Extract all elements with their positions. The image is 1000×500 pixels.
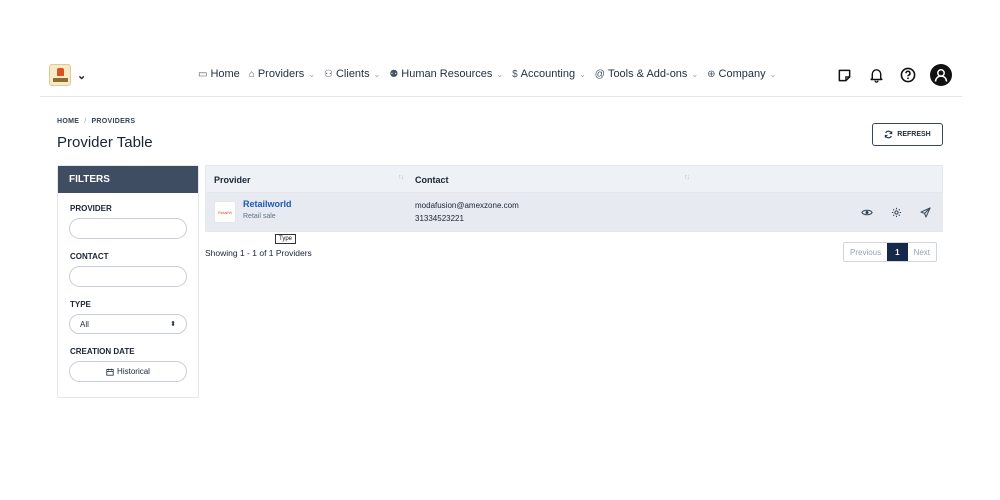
refresh-button[interactable]: REFRESH: [872, 123, 943, 146]
creation-date-value: Historical: [117, 367, 150, 376]
main-menu: ▭ Home ⌂ Providers ⌄ ⚇ Clients ⌄ ⚉ Human…: [198, 68, 776, 80]
settings-icon[interactable]: [889, 205, 903, 219]
pagination: Previous 1 Next: [843, 242, 938, 262]
user-icon: [934, 69, 948, 82]
chevron-down-icon: ⌄: [496, 69, 504, 79]
breadcrumb-separator: /: [84, 118, 87, 125]
table-header: Provider ↑↓ Contact ↑↓: [205, 165, 943, 193]
sort-icon[interactable]: ↑↓: [684, 174, 690, 181]
results-summary: Showing 1 - 1 of 1 Providers: [205, 248, 312, 258]
notes-icon[interactable]: [834, 65, 854, 85]
user-group-icon: ⚉: [389, 68, 399, 80]
nav-tools-addons-label: Tools & Add-ons: [607, 68, 688, 80]
nav-human-resources[interactable]: ⚉ Human Resources ⌄: [389, 68, 503, 80]
contact-phone: 31334523221: [415, 214, 464, 223]
send-icon[interactable]: [918, 205, 932, 219]
at-icon: @: [594, 68, 605, 80]
bell-icon[interactable]: [866, 65, 886, 85]
filters-title: FILTERS: [58, 166, 198, 193]
provider-type: Retail sale: [243, 213, 276, 220]
type-filter-label: TYPE: [70, 300, 91, 309]
providers-table: Provider ↑↓ Contact ↑↓ RetailW Retailwor…: [205, 165, 943, 232]
page-title: Provider Table: [57, 134, 153, 151]
contact-filter-input[interactable]: [69, 266, 187, 287]
provider-name-link[interactable]: Retailworld: [243, 199, 292, 209]
chevron-down-icon[interactable]: ⌄: [77, 69, 86, 82]
breadcrumb: HOME / PROVIDERS: [57, 118, 135, 125]
building-icon: ⌂: [248, 68, 255, 80]
page-number-button[interactable]: 1: [887, 243, 908, 261]
nav-providers-label: Providers: [257, 68, 305, 80]
nav-actions: [834, 64, 952, 86]
chevron-down-icon: ⌄: [579, 69, 586, 79]
provider-filter-label: PROVIDER: [70, 204, 112, 213]
view-icon[interactable]: [860, 205, 874, 219]
calendar-icon: [106, 368, 114, 376]
previous-page-button[interactable]: Previous: [844, 243, 887, 261]
column-header-provider[interactable]: Provider: [214, 175, 251, 185]
tooltip: Type: [275, 234, 297, 244]
company-logo: [49, 64, 71, 86]
table-row[interactable]: RetailW Retailworld Retail sale modafusi…: [205, 193, 943, 232]
users-icon: ⚇: [324, 68, 333, 80]
nav-home-label: Home: [210, 68, 240, 80]
help-icon[interactable]: [898, 65, 918, 85]
nav-clients-label: Clients: [335, 68, 370, 80]
monitor-icon: ▭: [198, 68, 208, 80]
chevron-down-icon: ⌄: [691, 69, 699, 79]
contact-filter-label: CONTACT: [70, 252, 109, 261]
nav-accounting-label: Accounting: [520, 68, 576, 80]
filters-panel: FILTERS PROVIDER CONTACT TYPE All ⬍ CREA…: [57, 165, 199, 398]
nav-company-label: Company: [718, 68, 766, 80]
top-navbar: ⌄ ▭ Home ⌂ Providers ⌄ ⚇ Clients ⌄ ⚉ Hum…: [40, 55, 962, 97]
nav-clients[interactable]: ⚇ Clients ⌄: [324, 68, 380, 80]
brand-switcher[interactable]: ⌄: [49, 64, 86, 86]
user-avatar[interactable]: [930, 64, 952, 86]
next-page-button[interactable]: Next: [908, 243, 936, 261]
select-arrows-icon: ⬍: [170, 321, 176, 328]
breadcrumb-home[interactable]: HOME: [57, 118, 79, 125]
nav-providers[interactable]: ⌂ Providers ⌄: [249, 68, 315, 80]
chevron-down-icon: ⌄: [373, 69, 381, 79]
chevron-down-icon: ⌄: [308, 69, 316, 79]
nav-home[interactable]: ▭ Home: [198, 68, 240, 80]
provider-filter-input[interactable]: [69, 218, 187, 239]
provider-logo: RetailW: [214, 201, 236, 223]
type-filter-value: All: [80, 320, 89, 329]
sort-icon[interactable]: ↑↓: [398, 174, 404, 181]
refresh-label: REFRESH: [897, 131, 931, 138]
refresh-icon: [885, 130, 893, 139]
creation-date-picker[interactable]: Historical: [69, 361, 187, 382]
nav-human-resources-label: Human Resources: [401, 68, 493, 80]
contact-email: modafusion@amexzone.com: [415, 201, 519, 210]
chevron-down-icon: ⌄: [769, 69, 777, 79]
nav-tools-addons[interactable]: @ Tools & Add-ons ⌄: [595, 68, 698, 80]
globe-icon: ⊕: [707, 68, 716, 80]
nav-accounting[interactable]: $ Accounting ⌄: [512, 68, 586, 80]
row-actions: [860, 205, 932, 219]
nav-company[interactable]: ⊕ Company ⌄: [707, 68, 776, 80]
breadcrumb-current: PROVIDERS: [91, 118, 136, 125]
creation-date-label: CREATION DATE: [70, 347, 135, 356]
type-filter-select[interactable]: All ⬍: [69, 314, 187, 334]
column-header-contact[interactable]: Contact: [415, 175, 449, 185]
dollar-icon: $: [512, 68, 518, 80]
